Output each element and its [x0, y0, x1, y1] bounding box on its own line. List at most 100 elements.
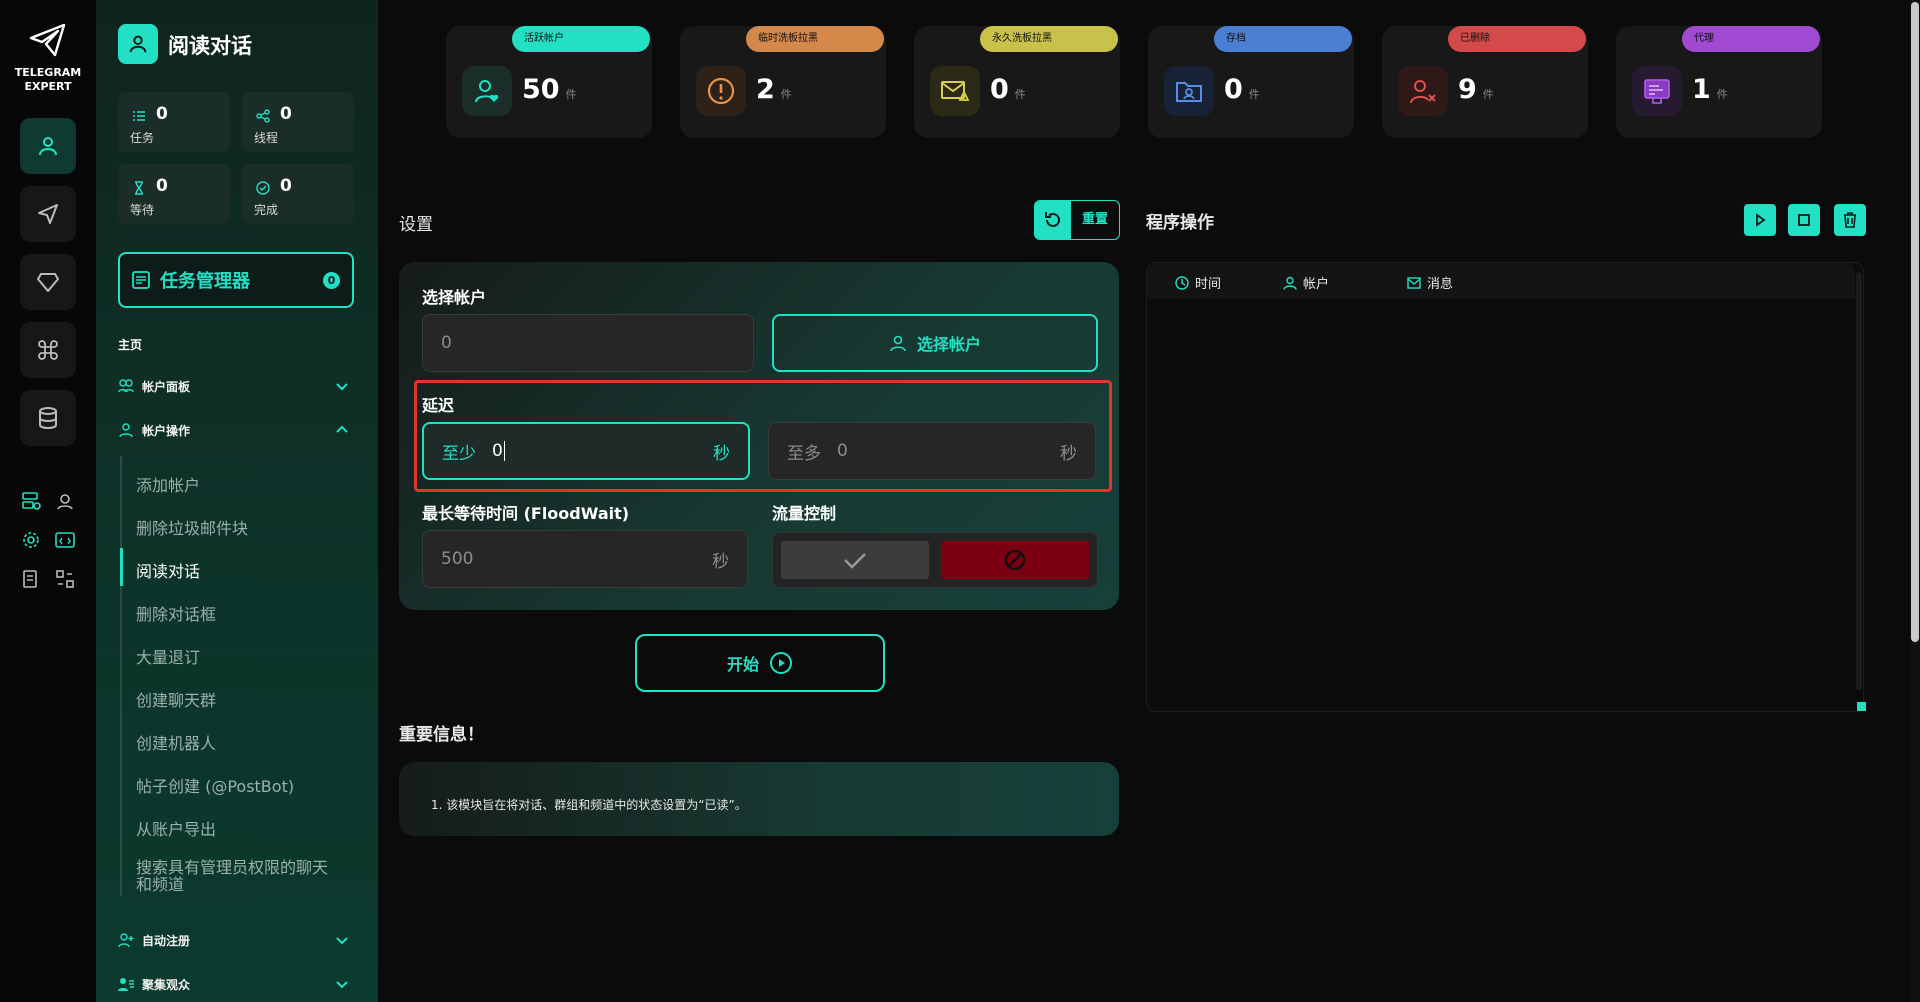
delay-min-input[interactable]: 至少 0 秒: [422, 422, 750, 480]
reset-icon: [1045, 212, 1060, 227]
card-archived[interactable]: 存档 0件: [1148, 26, 1354, 138]
floodwait-label: 最长等待时间 (FloodWait): [422, 504, 630, 523]
logo-text: TELEGRAM EXPERT: [14, 66, 82, 93]
col-account: 帐户: [1283, 273, 1329, 292]
card-badge: 活跃帐户: [512, 26, 650, 52]
card-value: 0件: [990, 74, 1026, 105]
info-title: 重要信息！: [399, 725, 484, 745]
stat-tasks: 0 任务: [118, 92, 230, 152]
flow-control-toggle: [772, 532, 1098, 588]
card-deleted[interactable]: 已删除 9件: [1382, 26, 1588, 138]
task-manager-button[interactable]: 任务管理器 0: [118, 252, 354, 308]
user-icon: [1283, 276, 1297, 290]
card-proxy[interactable]: 代理 1件: [1616, 26, 1822, 138]
folder-user-icon: [1164, 66, 1214, 116]
hourglass-icon: [132, 180, 146, 199]
rail-command-button[interactable]: [20, 322, 76, 378]
floodwait-input[interactable]: 500 秒: [422, 530, 748, 588]
nav-create-group[interactable]: 创建聊天群: [136, 687, 216, 711]
nav-read-dialogs[interactable]: 阅读对话: [136, 558, 200, 582]
card-value: 1件: [1692, 74, 1728, 105]
account-input[interactable]: 0: [422, 314, 754, 372]
ops-play-button[interactable]: [1744, 204, 1776, 236]
ops-stop-button[interactable]: [1788, 204, 1820, 236]
nav-account-ops[interactable]: 帐户操作: [118, 418, 356, 442]
nav-auto-register[interactable]: 自动注册: [118, 928, 356, 952]
nav-account-panel[interactable]: 帐户面板: [118, 374, 356, 398]
rail-settings-icon[interactable]: [18, 527, 44, 553]
delay-max-input[interactable]: 至多 0 秒: [768, 422, 1096, 480]
settings-title: 设置: [399, 215, 433, 235]
database-icon: [39, 407, 57, 430]
user-icon: [890, 335, 906, 352]
nav-create-bot[interactable]: 创建机器人: [136, 730, 216, 754]
rail-user-pin-icon[interactable]: [52, 488, 78, 514]
nav-mass-unsubscribe[interactable]: 大量退订: [136, 644, 200, 668]
command-icon: [38, 340, 58, 360]
mail-block-icon: [930, 66, 980, 116]
rail-swap-icon[interactable]: [52, 566, 78, 592]
play-icon: [1756, 213, 1766, 227]
rail-accounts-button[interactable]: [20, 118, 76, 174]
user-icon: [39, 137, 57, 156]
info-text: 1. 该模块旨在将对话、群组和频道中的状态设置为“已读”。: [431, 798, 747, 812]
nav-home-label: 主页: [118, 338, 143, 352]
warning-icon: [696, 66, 746, 116]
share-nodes-icon: [256, 108, 270, 127]
chevron-down-icon: [336, 937, 348, 945]
rail-server-list-icon[interactable]: [18, 488, 44, 514]
card-active-accounts[interactable]: 活跃帐户 50 件: [446, 26, 652, 138]
check-icon: [844, 553, 866, 569]
user-icon: [119, 423, 133, 438]
nav-search-admin-chats[interactable]: 搜索具有管理员权限的聊天 和频道: [136, 859, 328, 893]
rail-send-button[interactable]: [20, 186, 76, 242]
play-circle-icon: [770, 652, 792, 674]
proxy-icon: [1632, 66, 1682, 116]
ops-clear-button[interactable]: [1834, 204, 1866, 236]
stat-done: 0 完成: [242, 164, 354, 224]
flow-enable-button[interactable]: [781, 541, 929, 579]
col-message: 消息: [1407, 273, 1453, 292]
card-value: 50 件: [522, 74, 577, 105]
select-account-button[interactable]: 选择帐户: [772, 314, 1098, 372]
paper-plane-logo-icon: [29, 23, 66, 57]
diamond-icon: [37, 273, 59, 292]
task-manager-label: 任务管理器: [160, 271, 250, 292]
flow-disable-button[interactable]: [941, 541, 1089, 579]
app-logo: TELEGRAM EXPERT: [0, 22, 96, 94]
mail-icon: [1407, 276, 1421, 289]
clock-icon: [1175, 275, 1189, 290]
nav-export-account[interactable]: 从账户导出: [136, 816, 216, 840]
stat-threads: 0 线程: [242, 92, 354, 152]
rail-document-icon[interactable]: [18, 566, 44, 592]
reset-button[interactable]: 重置: [1034, 200, 1120, 240]
info-panel: 1. 该模块旨在将对话、群组和频道中的状态设置为“已读”。: [399, 762, 1119, 836]
section-avatar: [118, 24, 158, 64]
rail-code-window-icon[interactable]: [52, 527, 78, 553]
card-value: 9件: [1458, 74, 1494, 105]
card-value: 2件: [756, 74, 792, 105]
task-manager-count: 0: [323, 272, 340, 289]
nav-delete-dialogs[interactable]: 删除对话框: [136, 601, 216, 625]
col-time: 时间: [1175, 273, 1221, 292]
rail-premium-button[interactable]: [20, 254, 76, 310]
user-icon: [129, 35, 147, 53]
chevron-up-icon: [336, 425, 348, 433]
card-badge: 存档: [1214, 26, 1352, 52]
start-button[interactable]: 开始: [635, 634, 885, 692]
card-badge: 临时洗板拉黑: [746, 26, 884, 52]
log-scrollbar[interactable]: [1856, 272, 1862, 690]
ban-icon: [1004, 549, 1026, 571]
resize-handle[interactable]: [1857, 702, 1866, 711]
page-scrollbar-thumb[interactable]: [1911, 2, 1919, 642]
card-temp-blocked[interactable]: 临时洗板拉黑 2件: [680, 26, 886, 138]
nav-add-account[interactable]: 添加帐户: [136, 472, 200, 496]
nav-audience[interactable]: 聚集观众: [118, 972, 356, 996]
card-perm-blocked[interactable]: 永久洗板拉黑 0件: [914, 26, 1120, 138]
chevron-down-icon: [336, 383, 348, 391]
section-title: 阅读对话: [168, 34, 252, 58]
nav-postbot[interactable]: 帖子创建 (@PostBot): [136, 773, 294, 797]
nav-remove-spamblock[interactable]: 删除垃圾邮件块: [136, 515, 248, 539]
users-icon: [118, 379, 134, 393]
rail-database-button[interactable]: [20, 390, 76, 446]
